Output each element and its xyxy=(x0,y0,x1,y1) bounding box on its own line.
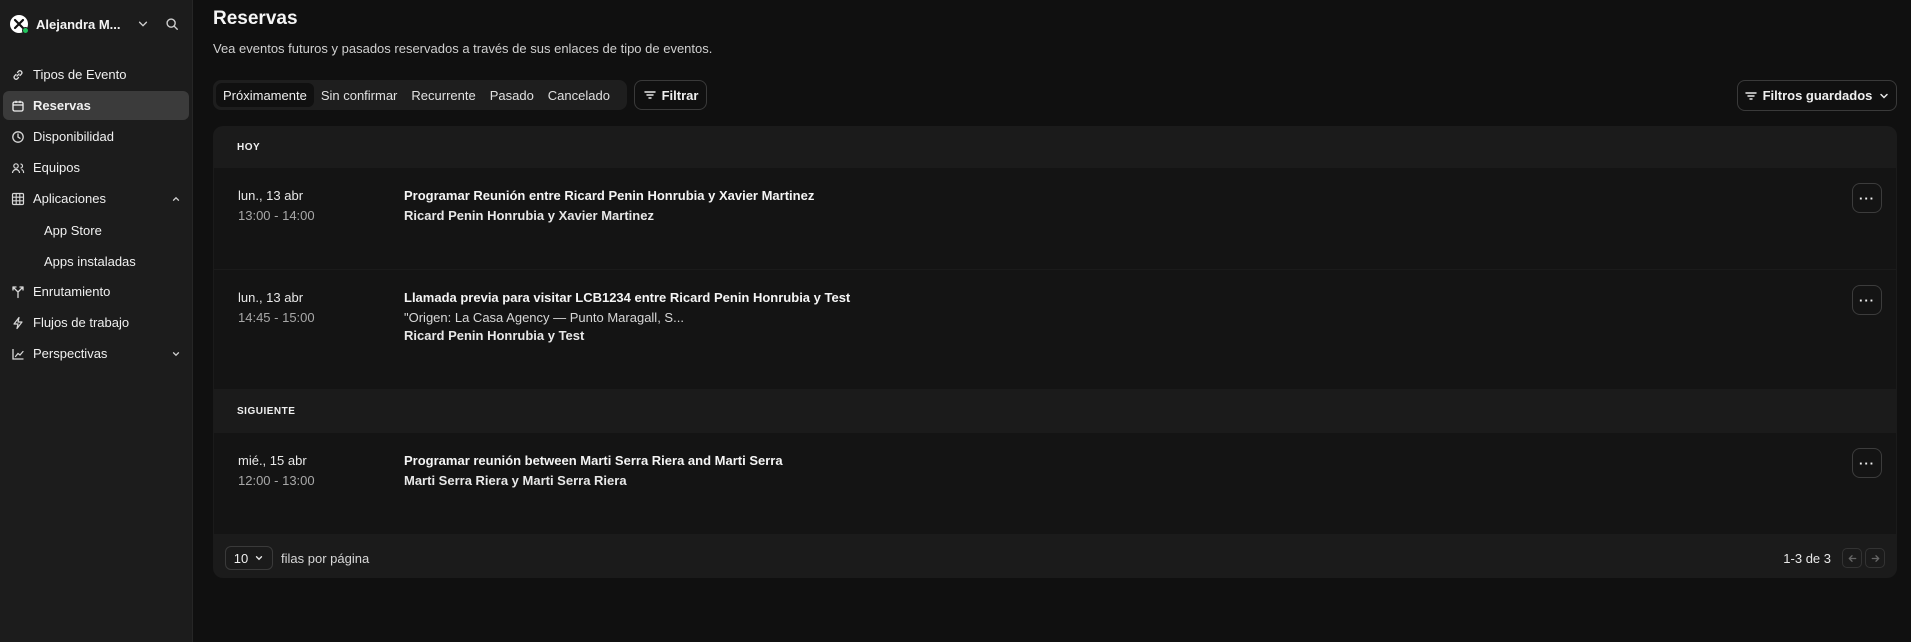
sidebar-item-label: Equipos xyxy=(33,160,80,175)
sidebar-item-label: Reservas xyxy=(33,98,91,113)
sidebar-item-teams[interactable]: Equipos xyxy=(3,153,189,182)
section-heading-today: HOY xyxy=(237,141,261,153)
avatar xyxy=(10,15,29,34)
booking-date: mié., 15 abr xyxy=(238,453,307,468)
booking-info: Programar reunión between Marti Serra Ri… xyxy=(404,453,783,488)
toolbar: Próximamente Sin confirmar Recurrente Pa… xyxy=(213,80,1897,112)
filter-icon xyxy=(643,91,656,99)
sidebar-item-label: Perspectivas xyxy=(33,346,108,361)
booking-date: lun., 13 abr xyxy=(238,290,304,305)
booking-date: lun., 13 abr xyxy=(238,188,304,203)
booking-attendees: Ricard Penin Honrubia y Xavier Martinez xyxy=(404,208,654,223)
next-page-button[interactable] xyxy=(1865,548,1885,568)
ellipsis-icon: ··· xyxy=(1859,455,1875,471)
pagination: 1-3 de 3 xyxy=(1783,548,1885,568)
users-icon xyxy=(11,162,25,173)
chart-icon xyxy=(12,348,24,360)
sidebar-item-bookings[interactable]: Reservas xyxy=(3,91,189,120)
sidebar-item-label: Tipos de Evento xyxy=(33,67,127,82)
sidebar-item-apps[interactable]: Aplicaciones xyxy=(3,184,189,213)
tab-upcoming[interactable]: Próximamente xyxy=(216,83,314,107)
user-menu[interactable]: Alejandra M... xyxy=(0,0,192,48)
sidebar-nav: Tipos de Evento Reservas Disponibilidad … xyxy=(0,60,192,368)
link-icon xyxy=(13,69,23,80)
ellipsis-icon: ··· xyxy=(1859,190,1875,206)
more-options-button[interactable]: ··· xyxy=(1852,183,1882,213)
previous-page-button[interactable] xyxy=(1842,548,1862,568)
saved-filters-button[interactable]: Filtros guardados xyxy=(1737,80,1897,111)
tab-unconfirmed[interactable]: Sin confirmar xyxy=(314,83,405,107)
booking-info: Llamada previa para visitar LCB1234 entr… xyxy=(404,290,850,343)
booking-tabs: Próximamente Sin confirmar Recurrente Pa… xyxy=(213,80,627,110)
booking-info: Programar Reunión entre Ricard Penin Hon… xyxy=(404,188,814,223)
page-subtitle: Vea eventos futuros y pasados reservados… xyxy=(213,41,713,56)
lightning-icon xyxy=(13,316,23,329)
booking-title[interactable]: Programar reunión between Marti Serra Ri… xyxy=(404,453,783,468)
filter-button-label: Filtrar xyxy=(661,87,699,103)
rows-per-page-value: 10 xyxy=(233,550,249,566)
sidebar-item-label: Flujos de trabajo xyxy=(33,315,130,330)
sidebar-item-label: App Store xyxy=(44,223,102,238)
split-icon xyxy=(12,285,24,298)
chevron-down-icon xyxy=(256,556,263,561)
chevron-down-icon xyxy=(1880,93,1889,99)
online-status-dot xyxy=(22,27,29,34)
main-content: Reservas Vea eventos futuros y pasados r… xyxy=(213,0,1897,578)
grid-icon xyxy=(11,192,25,205)
booking-attendees: Marti Serra Riera y Marti Serra Riera xyxy=(404,473,627,488)
chevron-up-icon xyxy=(172,196,180,201)
sidebar: Alejandra M... Tipos de Evento Reservas … xyxy=(0,0,193,642)
sidebar-item-insights[interactable]: Perspectivas xyxy=(3,339,189,368)
sidebar-item-label: Apps instaladas xyxy=(44,254,136,269)
rows-per-page-select[interactable]: 10 xyxy=(225,546,273,570)
table-footer: 10 filas por página 1-3 de 3 xyxy=(213,538,1897,578)
sidebar-item-installed-apps[interactable]: Apps instaladas xyxy=(3,246,189,277)
sidebar-item-availability[interactable]: Disponibilidad xyxy=(3,122,189,151)
sidebar-item-event-types[interactable]: Tipos de Evento xyxy=(3,60,189,89)
bookings-table: HOY lun., 13 abr 13:00 - 14:00 Programar… xyxy=(213,126,1897,578)
booking-attendees: Ricard Penin Honrubia y Test xyxy=(404,328,585,343)
booking-title[interactable]: Programar Reunión entre Ricard Penin Hon… xyxy=(404,188,814,203)
tab-recurring[interactable]: Recurrente xyxy=(404,83,482,107)
booking-row[interactable]: mié., 15 abr 12:00 - 13:00 Programar reu… xyxy=(214,433,1896,535)
arrow-left-icon xyxy=(1847,554,1856,562)
search-icon[interactable] xyxy=(162,14,182,34)
booking-description: "Origen: La Casa Agency — Punto Maragall… xyxy=(404,310,684,325)
sidebar-item-label: Disponibilidad xyxy=(33,129,114,144)
user-name: Alejandra M... xyxy=(36,16,121,32)
chevron-down-icon[interactable] xyxy=(136,17,150,31)
sidebar-item-label: Enrutamiento xyxy=(33,284,111,299)
section-heading-next: SIGUIENTE xyxy=(237,406,296,417)
saved-filters-label: Filtros guardados xyxy=(1762,88,1873,103)
tab-past[interactable]: Pasado xyxy=(483,83,541,107)
ellipsis-icon: ··· xyxy=(1859,292,1875,308)
tab-cancelled[interactable]: Cancelado xyxy=(541,83,617,107)
more-options-button[interactable]: ··· xyxy=(1852,285,1882,315)
sidebar-item-label: Aplicaciones xyxy=(33,191,106,206)
sidebar-item-workflows[interactable]: Flujos de trabajo xyxy=(3,308,189,337)
booking-row[interactable]: lun., 13 abr 13:00 - 14:00 Programar Reu… xyxy=(214,168,1896,270)
calendar-icon xyxy=(12,100,24,112)
filter-icon xyxy=(1744,91,1757,100)
chevron-down-icon xyxy=(172,351,180,356)
clock-icon xyxy=(12,130,24,143)
booking-title[interactable]: Llamada previa para visitar LCB1234 entr… xyxy=(404,290,850,305)
rows-per-page-label: filas por página xyxy=(281,550,370,566)
more-options-button[interactable]: ··· xyxy=(1852,448,1882,478)
page-title: Reservas xyxy=(213,8,298,29)
sidebar-item-routing[interactable]: Enrutamiento xyxy=(3,277,189,306)
booking-time: 13:00 - 14:00 xyxy=(238,208,315,223)
pagination-range: 1-3 de 3 xyxy=(1783,550,1831,566)
sidebar-item-app-store[interactable]: App Store xyxy=(3,215,189,246)
arrow-right-icon xyxy=(1871,554,1880,562)
booking-time: 12:00 - 13:00 xyxy=(238,473,315,488)
filter-button[interactable]: Filtrar xyxy=(634,80,707,110)
booking-time: 14:45 - 15:00 xyxy=(238,310,315,325)
booking-row[interactable]: lun., 13 abr 14:45 - 15:00 Llamada previ… xyxy=(214,270,1896,390)
